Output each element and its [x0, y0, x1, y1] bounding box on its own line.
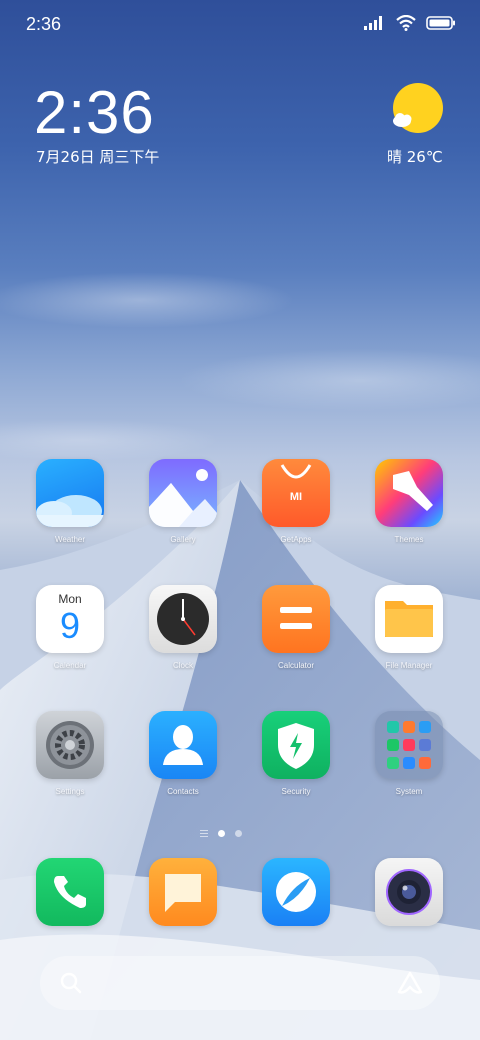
search-icon[interactable] [60, 972, 82, 994]
app-label: File Manager [385, 661, 433, 670]
calendar-day-name: Mon [58, 592, 82, 606]
weather-text[interactable]: 晴 26℃ [387, 146, 443, 167]
app-security[interactable]: Security [251, 711, 341, 796]
app-label: Gallery [170, 535, 196, 544]
contacts-icon [149, 711, 217, 779]
status-icons [364, 15, 456, 31]
phone-icon [36, 858, 104, 926]
search-bar[interactable] [40, 956, 440, 1010]
clock-widget-date[interactable]: 7月26日 周三下午 [36, 146, 159, 167]
home-screen: 2:36 2:36 7月26日 周三下午 晴 26℃ Weather Galle… [0, 0, 480, 1040]
app-label: Settings [55, 787, 85, 796]
app-getapps[interactable]: MI GetApps [251, 459, 341, 544]
app-calendar[interactable]: Mon 9 Calendar [25, 585, 115, 670]
menu-lines-icon [200, 830, 208, 837]
dock-phone[interactable] [25, 858, 115, 926]
app-folder-system[interactable]: System [364, 711, 454, 796]
getapps-icon: MI [262, 459, 330, 527]
app-file-manager[interactable]: File Manager [364, 585, 454, 670]
app-settings[interactable]: Settings [25, 711, 115, 796]
signal-icon [364, 16, 382, 30]
calendar-icon: Mon 9 [36, 585, 104, 653]
app-themes[interactable]: Themes [364, 459, 454, 544]
page-indicator[interactable] [200, 830, 242, 837]
app-label: Calendar [53, 661, 87, 670]
wallpaper-clouds [0, 180, 480, 480]
folder-icon [375, 585, 443, 653]
camera-icon [375, 858, 443, 926]
themes-icon [375, 459, 443, 527]
calculator-icon [262, 585, 330, 653]
page-dot[interactable] [235, 830, 242, 837]
app-contacts[interactable]: Contacts [138, 711, 228, 796]
status-time: 2:36 [26, 14, 62, 34]
shield-icon [262, 711, 330, 779]
calendar-day-number: 9 [59, 605, 81, 646]
app-label: Weather [54, 535, 86, 544]
app-label: System [395, 787, 423, 796]
app-weather[interactable]: Weather [25, 459, 115, 544]
app-label: Calculator [277, 661, 314, 670]
app-clock[interactable]: Clock [138, 585, 228, 670]
app-label: Clock [172, 661, 193, 670]
weather-icon [36, 459, 104, 527]
getapps-badge: MI [289, 491, 303, 503]
folder-group-icon [375, 711, 443, 779]
page-dot-active[interactable] [218, 830, 225, 837]
clock-widget-time[interactable]: 2:36 [34, 78, 155, 147]
sun-cloud-icon[interactable] [390, 82, 444, 136]
app-label: Themes [394, 535, 424, 544]
gear-icon [36, 711, 104, 779]
gallery-icon [149, 459, 217, 527]
app-calculator[interactable]: Calculator [251, 585, 341, 670]
app-label: Contacts [167, 787, 199, 796]
app-label: Security [281, 787, 311, 796]
clock-icon [149, 585, 217, 653]
wifi-icon [396, 15, 416, 31]
status-bar: 2:36 [0, 0, 480, 50]
battery-icon [426, 16, 455, 30]
messages-icon [149, 858, 217, 926]
dock-messages[interactable] [138, 858, 228, 926]
browser-icon [262, 858, 330, 926]
dock-browser[interactable] [251, 858, 341, 926]
app-label: GetApps [280, 535, 312, 544]
app-gallery[interactable]: Gallery [138, 459, 228, 544]
dock-camera[interactable] [364, 858, 454, 926]
assistant-icon[interactable] [396, 970, 424, 996]
